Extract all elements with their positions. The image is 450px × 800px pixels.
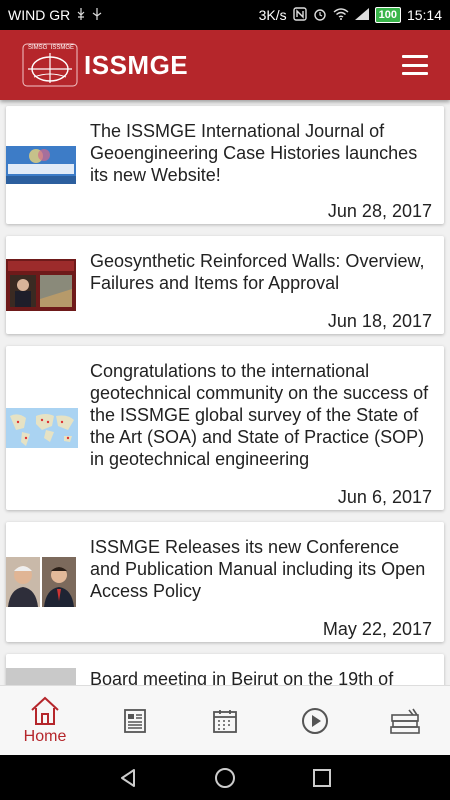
nav-news[interactable] — [90, 686, 180, 755]
news-card-body: Board meeting in Beirut on the 19th of — [78, 654, 444, 685]
play-icon — [302, 707, 328, 734]
home-icon — [31, 696, 59, 725]
news-card[interactable]: Congratulations to the international geo… — [6, 346, 444, 510]
app-title: ISSMGE — [84, 49, 189, 80]
logo-small-left: SIMSG — [28, 45, 48, 51]
news-feed[interactable]: The ISSMGE International Journal of Geoe… — [0, 100, 450, 685]
news-icon — [124, 708, 146, 733]
recents-square-icon — [312, 768, 331, 787]
logo-emblem: SIMSG ISSMGE — [22, 43, 78, 87]
news-card-title: ISSMGE Releases its new Conference and P… — [90, 537, 426, 601]
world-map-thumbnail — [6, 346, 78, 510]
news-card[interactable]: Geosynthetic Reinforced Walls: Overview,… — [6, 236, 444, 334]
news-card-title: The ISSMGE International Journal of Geoe… — [90, 121, 418, 185]
news-card-body: ISSMGE Releases its new Conference and P… — [78, 522, 444, 642]
news-card-title: Geosynthetic Reinforced Walls: Overview,… — [90, 251, 425, 293]
news-card[interactable]: ISSMGE Releases its new Conference and P… — [6, 522, 444, 642]
clock: 15:14 — [406, 7, 442, 23]
news-card-date: Jun 6, 2017 — [337, 487, 432, 507]
news-card[interactable]: Board meeting in Beirut on the 19th of — [6, 654, 444, 685]
books-icon — [390, 708, 420, 734]
news-card-date: May 22, 2017 — [322, 619, 432, 639]
news-card-title: Board meeting in Beirut on the 19th of — [90, 669, 394, 685]
news-card-body: Congratulations to the international geo… — [78, 346, 444, 510]
hamburger-menu-icon[interactable] — [402, 55, 428, 75]
status-bar: WIND GR 3K/s 100 15:14 — [0, 0, 450, 30]
battery-indicator: 100 — [374, 7, 401, 23]
nfc-icon — [292, 6, 307, 24]
nav-videos[interactable] — [270, 686, 360, 755]
status-right: 3K/s 100 15:14 — [258, 6, 442, 24]
usb-icon — [76, 7, 86, 23]
calendar-icon — [213, 709, 237, 733]
news-card-body: The ISSMGE International Journal of Geoe… — [78, 106, 444, 224]
nav-home-label: Home — [23, 727, 67, 745]
back-button[interactable] — [113, 763, 143, 793]
wifi-icon — [333, 7, 349, 23]
app-header: SIMSG ISSMGE ISSMGE — [0, 30, 450, 100]
back-triangle-icon — [121, 768, 136, 787]
news-card-date: Jun 28, 2017 — [327, 201, 432, 221]
alarm-icon — [313, 7, 327, 24]
bottom-navigation: Home — [0, 685, 450, 755]
journal-website-thumbnail — [6, 106, 78, 224]
carrier-name: WIND GR — [8, 7, 71, 23]
nav-library[interactable] — [360, 686, 450, 755]
system-navigation-bar — [0, 755, 450, 800]
signal-icon — [354, 7, 369, 23]
recents-button[interactable] — [307, 763, 337, 793]
home-circle-icon — [214, 767, 235, 788]
people-portraits-thumbnail — [6, 522, 78, 642]
home-button[interactable] — [210, 763, 240, 793]
news-card[interactable]: The ISSMGE International Journal of Geoe… — [6, 106, 444, 224]
nav-home[interactable]: Home — [0, 686, 90, 755]
status-left: WIND GR — [8, 7, 102, 23]
news-card-date: Jun 18, 2017 — [327, 311, 432, 331]
nav-events[interactable] — [180, 686, 270, 755]
news-card-body: Geosynthetic Reinforced Walls: Overview,… — [78, 236, 444, 334]
usb-debug-icon — [92, 7, 102, 23]
logo-small-right: ISSMGE — [50, 45, 74, 51]
walls-lecture-thumbnail — [6, 236, 78, 334]
issmge-logo[interactable]: SIMSG ISSMGE ISSMGE — [22, 43, 188, 87]
board-meeting-thumbnail — [6, 654, 78, 685]
news-card-title: Congratulations to the international geo… — [90, 361, 429, 469]
network-speed: 3K/s — [258, 7, 287, 23]
